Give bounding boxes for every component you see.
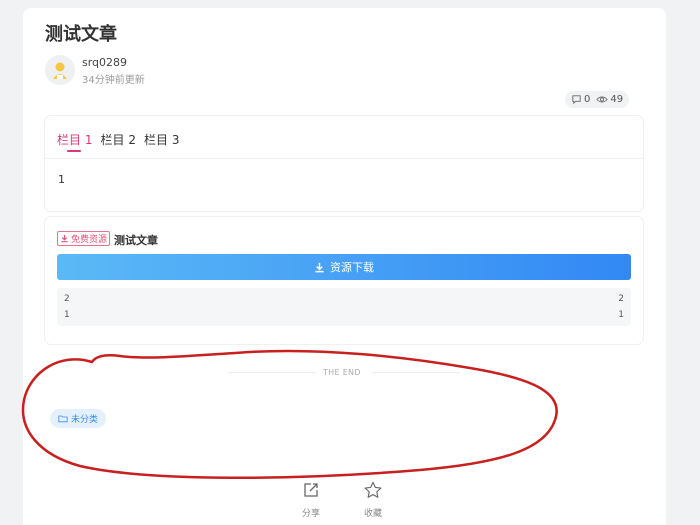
end-divider-left	[228, 372, 316, 373]
resource-title: 测试文章	[114, 234, 158, 247]
avatar-icon	[53, 62, 67, 79]
favorite-label: 收藏	[363, 509, 382, 519]
view-count-value: 49	[610, 94, 624, 105]
download-small-icon	[61, 234, 68, 243]
download-button[interactable]: 资源下载	[57, 254, 631, 280]
end-divider-right	[372, 372, 460, 373]
eye-icon	[596, 96, 609, 103]
tab-3-label: 栏目	[143, 133, 168, 147]
share-icon	[304, 483, 318, 497]
info-left-top: 2	[64, 294, 70, 304]
tab-1-label: 栏目	[57, 133, 82, 147]
info-right-top: 2	[618, 294, 624, 304]
tab-2-num: 2	[128, 133, 136, 147]
tab-1[interactable]: 栏目 1	[57, 131, 92, 152]
info-left-bottom: 1	[64, 310, 70, 320]
category-tag[interactable]: 未分类	[50, 409, 107, 428]
article-stats: 0 49	[565, 91, 630, 108]
share-button[interactable]: 分享	[302, 481, 320, 519]
comment-icon	[572, 95, 581, 105]
article-card: 测试文章 srq0289 34分钟前更新 0 49 栏目 1 栏目 2 栏目 3…	[23, 8, 666, 525]
resource-info: 2 1 2 1	[57, 288, 631, 326]
tab-3[interactable]: 栏目 3	[144, 131, 179, 152]
tab-bar: 栏目 1 栏目 2 栏目 3	[57, 131, 179, 152]
author-avatar[interactable]	[45, 55, 75, 85]
badge-label: 免费资源	[71, 235, 108, 245]
update-time: 34分钟前更新	[82, 75, 145, 86]
free-resource-badge: 免费资源	[57, 231, 111, 246]
article-title: 测试文章	[45, 24, 117, 45]
comment-count-value: 0	[584, 94, 591, 105]
tab-3-num: 3	[171, 133, 180, 147]
info-right-bottom: 1	[618, 310, 624, 320]
author-name[interactable]: srq0289	[82, 56, 127, 69]
the-end-label: THE END	[323, 368, 361, 377]
star-icon	[364, 481, 382, 498]
folder-icon	[58, 415, 68, 423]
comment-count[interactable]: 0	[571, 94, 590, 105]
tab-1-num: 1	[84, 133, 93, 147]
favorite-button[interactable]: 收藏	[363, 481, 383, 519]
tabs-panel: 栏目 1 栏目 2 栏目 3 1	[45, 116, 643, 211]
download-button-label: 资源下载	[330, 261, 374, 274]
view-count: 49	[596, 94, 623, 105]
tab-2-label: 栏目	[100, 133, 125, 147]
resource-panel: 免费资源 测试文章 资源下载 2 1 2 1	[45, 217, 643, 344]
download-icon	[315, 262, 324, 272]
tab-content: 1	[58, 173, 65, 186]
category-label: 未分类	[71, 415, 99, 425]
share-label: 分享	[302, 509, 321, 519]
tab-2[interactable]: 栏目 2	[100, 131, 135, 152]
tabs-divider	[45, 158, 643, 159]
